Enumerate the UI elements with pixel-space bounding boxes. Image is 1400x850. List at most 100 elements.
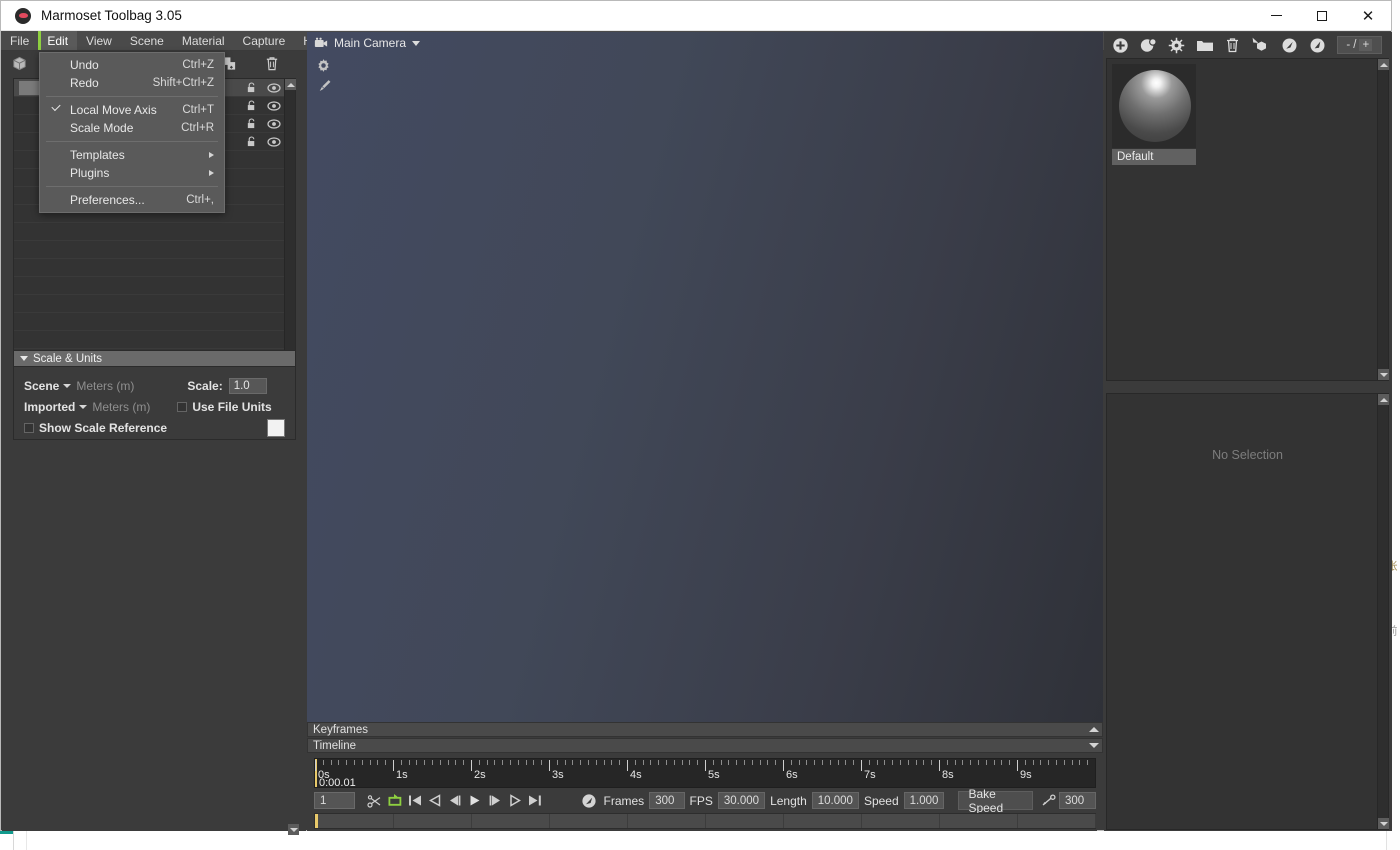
close-button[interactable]: ✕: [1345, 1, 1391, 31]
menu-item-scale-mode[interactable]: Scale Mode Ctrl+R: [40, 119, 224, 137]
unlock-icon[interactable]: [246, 118, 257, 129]
prev-key-button[interactable]: [445, 791, 465, 810]
ruler-minor-tick: [931, 760, 933, 765]
show-scale-reference-checkbox[interactable]: [24, 422, 34, 433]
edit-dropdown-menu[interactable]: Undo Ctrl+Z Redo Shift+Ctrl+Z Local Move…: [39, 52, 225, 213]
material-thumbnail[interactable]: [1112, 64, 1196, 148]
loop-button[interactable]: [385, 791, 405, 810]
unlock-icon[interactable]: [246, 100, 257, 111]
counter-plus-button[interactable]: +: [1359, 39, 1373, 51]
outliner-row[interactable]: [14, 241, 295, 259]
menu-item-plugins[interactable]: Plugins: [40, 164, 224, 182]
scroll-up-icon[interactable]: [1378, 59, 1389, 70]
eye-icon[interactable]: [267, 136, 281, 147]
scale-units-header[interactable]: Scale & Units: [14, 351, 295, 367]
scale-input[interactable]: 1.0: [228, 377, 267, 394]
browse-icon[interactable]: [1309, 36, 1326, 54]
menu-scene[interactable]: Scene: [121, 31, 173, 50]
menu-item-undo[interactable]: Undo Ctrl+Z: [40, 56, 224, 74]
chevron-down-icon[interactable]: [63, 383, 72, 388]
timeline-ruler[interactable]: 0:00.01 0s 1s 2s 3s 4s 5s 6s 7s 8s 9s: [314, 758, 1096, 788]
material-scrollbar[interactable]: [1377, 59, 1389, 380]
play-reverse-button[interactable]: [505, 791, 525, 810]
menu-item-redo[interactable]: Redo Shift+Ctrl+Z: [40, 74, 224, 92]
scale-reference-color-swatch[interactable]: [267, 418, 285, 437]
viewport-camera-selector[interactable]: Main Camera: [314, 36, 421, 50]
jump-end-button[interactable]: [525, 791, 545, 810]
play-button[interactable]: [465, 791, 485, 810]
timeline-stepper-button[interactable]: [1087, 739, 1101, 752]
outliner-row[interactable]: [14, 277, 295, 295]
material-counter[interactable]: - / +: [1336, 36, 1382, 54]
outliner-scrollbar[interactable]: [284, 79, 296, 383]
ruler-minor-tick: [845, 760, 847, 765]
viewport-brush-button[interactable]: [316, 78, 331, 93]
ruler-minor-tick: [728, 760, 730, 765]
speed-input[interactable]: 1.000: [903, 792, 945, 809]
material-library-panel[interactable]: Default: [1106, 58, 1389, 381]
left-panel-scroll-down-icon[interactable]: [288, 824, 299, 835]
eye-icon[interactable]: [267, 100, 281, 111]
ruler-minor-tick: [658, 760, 660, 765]
menu-item-templates[interactable]: Templates: [40, 146, 224, 164]
next-key-button[interactable]: [485, 791, 505, 810]
ruler-minor-tick: [533, 760, 535, 765]
keyframes-bar[interactable]: Keyframes: [307, 722, 1103, 737]
unlock-icon[interactable]: [246, 136, 257, 147]
maximize-button[interactable]: [1299, 1, 1345, 31]
scroll-up-icon[interactable]: [285, 79, 296, 90]
outliner-row[interactable]: [14, 295, 295, 313]
animation-settings-button[interactable]: [579, 791, 599, 810]
selection-scrollbar[interactable]: [1377, 394, 1389, 829]
step-back-button[interactable]: [425, 791, 445, 810]
viewport-settings-button[interactable]: [316, 58, 331, 73]
eye-icon[interactable]: [267, 82, 281, 93]
menu-capture[interactable]: Capture: [234, 31, 295, 50]
duplicate-material-icon[interactable]: [1140, 36, 1157, 54]
eye-icon[interactable]: [267, 118, 281, 129]
scene-units-value[interactable]: Meters (m): [76, 379, 134, 393]
fps-input[interactable]: 30.000: [717, 792, 766, 809]
cube-icon[interactable]: [10, 55, 28, 71]
keyframes-stepper-button[interactable]: [1087, 723, 1101, 736]
jump-start-button[interactable]: [405, 791, 425, 810]
quick-load-icon[interactable]: [1281, 36, 1298, 54]
trash-icon[interactable]: [263, 55, 281, 71]
link-button[interactable]: [1039, 791, 1059, 810]
chevron-down-icon[interactable]: [412, 40, 421, 46]
outliner-row[interactable]: [14, 223, 295, 241]
length-input[interactable]: 10.000: [811, 792, 859, 809]
chevron-down-icon[interactable]: [79, 404, 88, 409]
viewport-3d[interactable]: Main Camera: [307, 32, 1103, 724]
minimize-button[interactable]: [1253, 1, 1299, 31]
ruler-minor-tick: [463, 760, 465, 765]
outliner-row[interactable]: [14, 313, 295, 331]
material-name-label[interactable]: Default: [1112, 149, 1196, 165]
scroll-down-icon[interactable]: [1378, 369, 1389, 380]
link-value-input[interactable]: 300: [1058, 792, 1096, 809]
menu-edit[interactable]: Edit: [38, 31, 78, 50]
trash-icon[interactable]: [1225, 36, 1241, 54]
outliner-row[interactable]: [14, 259, 295, 277]
settings-material-icon[interactable]: [1168, 36, 1185, 54]
imported-units-value[interactable]: Meters (m): [92, 400, 150, 414]
add-material-icon[interactable]: [1112, 36, 1129, 54]
scroll-up-icon[interactable]: [1378, 394, 1389, 405]
menu-file[interactable]: File: [1, 31, 38, 50]
scroll-down-icon[interactable]: [1378, 818, 1389, 829]
folder-icon[interactable]: [1196, 36, 1214, 54]
bake-speed-button[interactable]: Bake Speed: [958, 787, 1033, 815]
menu-material[interactable]: Material: [173, 31, 234, 50]
frames-input[interactable]: 300: [649, 792, 685, 809]
assign-material-icon[interactable]: [1252, 36, 1270, 54]
outliner-row[interactable]: [14, 331, 295, 349]
current-frame-input[interactable]: 1: [314, 792, 356, 809]
menu-item-local-move-axis[interactable]: Local Move Axis Ctrl+T: [40, 101, 224, 119]
menu-item-preferences[interactable]: Preferences... Ctrl+,: [40, 191, 224, 209]
keyframe-track[interactable]: [314, 813, 1096, 829]
menu-view[interactable]: View: [77, 31, 121, 50]
timeline-bar[interactable]: Timeline: [307, 738, 1103, 753]
unlock-icon[interactable]: [246, 82, 257, 93]
use-file-units-checkbox[interactable]: [177, 401, 188, 412]
scissors-button[interactable]: [365, 791, 385, 810]
